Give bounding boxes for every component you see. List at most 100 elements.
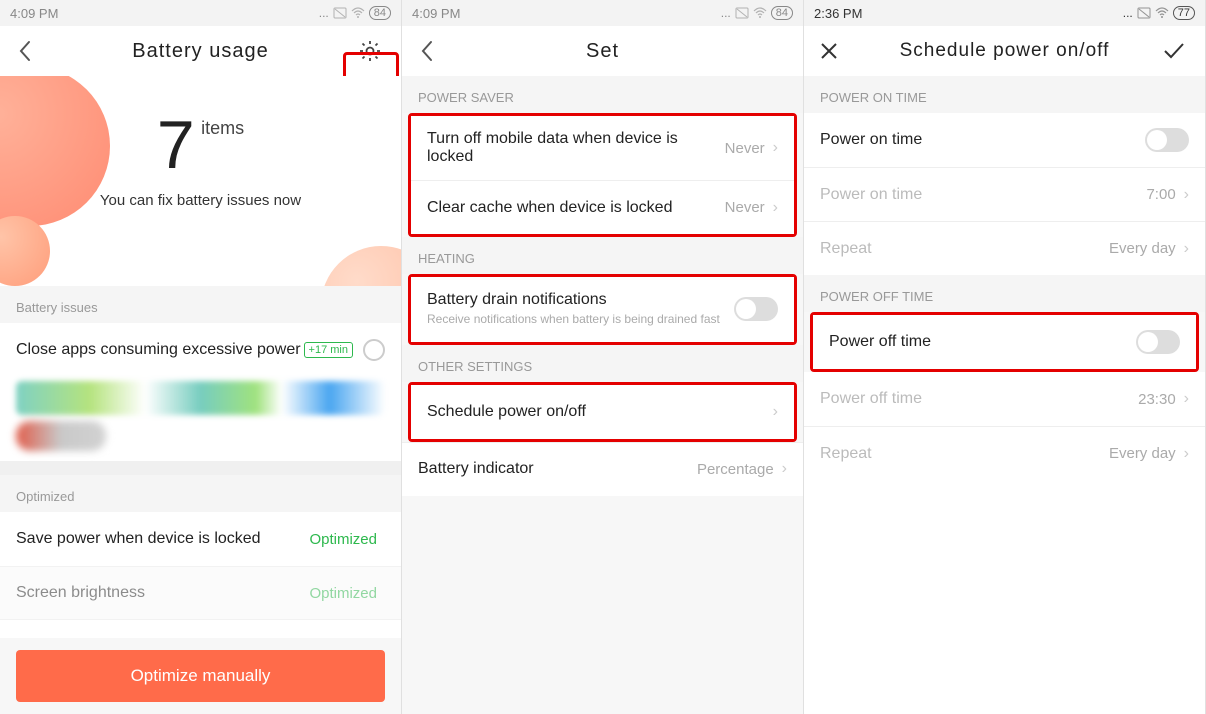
bg-circle <box>0 216 50 286</box>
section-power-off-time: POWER OFF TIME <box>804 275 1205 312</box>
row-label: Power off time <box>820 390 1138 408</box>
status-time: 4:09 PM <box>412 6 460 21</box>
status-bar: 2:36 PM ... 77 <box>804 0 1205 26</box>
annotation-highlight: Battery drain notifications Receive noti… <box>408 274 797 345</box>
row-close-apps[interactable]: Close apps consuming excessive power +17… <box>0 323 401 377</box>
row-mobile-data-locked[interactable]: Turn off mobile data when device is lock… <box>411 116 794 180</box>
no-sim-icon <box>1137 7 1151 19</box>
chevron-right-icon: › <box>1184 186 1189 204</box>
row-power-off-time[interactable]: Power off time 23:30 › <box>804 372 1205 426</box>
section-optimized: Optimized <box>0 475 401 512</box>
row-clear-cache-locked[interactable]: Clear cache when device is locked Never … <box>411 180 794 234</box>
settings-button[interactable] <box>345 26 395 76</box>
check-icon <box>1163 42 1185 60</box>
chevron-right-icon: › <box>773 403 778 421</box>
chevron-right-icon: › <box>1184 390 1189 408</box>
chevron-left-icon <box>18 40 32 62</box>
row-value: 7:00 <box>1146 186 1175 203</box>
hero-subtitle: You can fix battery issues now <box>0 192 401 209</box>
row-save-power-locked[interactable]: Save power when device is locked Optimiz… <box>0 512 401 566</box>
section-other-settings: OTHER SETTINGS <box>402 345 803 382</box>
toggle-off[interactable] <box>1145 128 1189 152</box>
close-icon <box>820 42 838 60</box>
close-button[interactable] <box>804 26 854 76</box>
no-sim-icon <box>735 7 749 19</box>
row-label: Clear cache when device is locked <box>427 199 725 217</box>
status-dots: ... <box>1123 6 1133 20</box>
hero-area: 7 items You can fix battery issues now <box>0 76 401 286</box>
row-label: Battery indicator <box>418 460 697 478</box>
blurred-apps-row <box>16 421 106 451</box>
header: Set <box>402 26 803 76</box>
row-label: Power on time <box>820 186 1146 204</box>
page-title: Battery usage <box>132 40 268 63</box>
row-power-off-toggle[interactable]: Power off time <box>813 315 1196 369</box>
chevron-right-icon: › <box>1184 240 1189 258</box>
header: Battery usage <box>0 26 401 76</box>
confirm-button[interactable] <box>1149 26 1199 76</box>
row-value: Every day <box>1109 240 1176 257</box>
row-value: Every day <box>1109 445 1176 462</box>
status-battery: 77 <box>1173 6 1195 20</box>
status-bar: 4:09 PM ... 84 <box>0 0 401 26</box>
issue-count-label: items <box>201 118 244 139</box>
row-label: Screen brightness <box>16 584 309 602</box>
status-time: 4:09 PM <box>10 6 58 21</box>
wifi-icon <box>753 7 767 19</box>
page-title: Set <box>586 40 619 63</box>
status-bar: 4:09 PM ... 84 <box>402 0 803 26</box>
toggle-off[interactable] <box>734 297 778 321</box>
row-power-on-time[interactable]: Power on time 7:00 › <box>804 167 1205 221</box>
row-battery-drain-notif[interactable]: Battery drain notifications Receive noti… <box>411 277 794 342</box>
gear-icon <box>359 40 381 62</box>
optimize-manually-button[interactable]: Optimize manually <box>16 650 385 702</box>
row-value: Percentage <box>697 461 774 478</box>
row-value: Never <box>725 199 765 216</box>
chevron-right-icon: › <box>773 139 778 157</box>
row-value: Optimized <box>309 585 377 602</box>
section-battery-issues: Battery issues <box>0 286 401 323</box>
status-battery: 84 <box>369 6 391 20</box>
back-button[interactable] <box>0 26 50 76</box>
row-label: Repeat <box>820 445 1109 463</box>
blurred-apps-row <box>16 381 385 415</box>
row-power-on-toggle[interactable]: Power on time <box>804 113 1205 167</box>
row-power-on-repeat[interactable]: Repeat Every day › <box>804 221 1205 275</box>
wifi-icon <box>1155 7 1169 19</box>
time-savings-badge: +17 min <box>304 342 353 358</box>
status-right: ... 84 <box>721 6 793 20</box>
chevron-right-icon: › <box>782 460 787 478</box>
row-label: Battery drain notifications <box>427 291 734 309</box>
row-label: Turn off mobile data when device is lock… <box>427 130 725 166</box>
row-value: Never <box>725 140 765 157</box>
wifi-icon <box>351 7 365 19</box>
chevron-left-icon <box>420 40 434 62</box>
status-dots: ... <box>721 6 731 20</box>
no-sim-icon <box>333 7 347 19</box>
section-power-on-time: POWER ON TIME <box>804 76 1205 113</box>
row-label: Schedule power on/off <box>427 403 773 421</box>
page-title: Schedule power on/off <box>900 40 1110 62</box>
row-label: Repeat <box>820 240 1109 258</box>
row-screen-brightness[interactable]: Screen brightness Optimized <box>0 566 401 620</box>
annotation-highlight: Power off time <box>810 312 1199 372</box>
row-power-off-repeat[interactable]: Repeat Every day › <box>804 426 1205 480</box>
section-power-saver: POWER SAVER <box>402 76 803 113</box>
status-right: ... 84 <box>319 6 391 20</box>
checkbox-empty[interactable] <box>363 339 385 361</box>
chevron-right-icon: › <box>1184 445 1189 463</box>
status-right: ... 77 <box>1123 6 1195 20</box>
row-label: Power off time <box>829 333 1136 351</box>
header: Schedule power on/off <box>804 26 1205 76</box>
row-battery-indicator[interactable]: Battery indicator Percentage › <box>402 442 803 496</box>
back-button[interactable] <box>402 26 452 76</box>
annotation-highlight: Schedule power on/off › <box>408 382 797 442</box>
row-value: Optimized <box>309 531 377 548</box>
issue-count: 7 <box>157 106 195 184</box>
status-dots: ... <box>319 6 329 20</box>
section-heating: HEATING <box>402 237 803 274</box>
toggle-off[interactable] <box>1136 330 1180 354</box>
status-battery: 84 <box>771 6 793 20</box>
row-schedule-power[interactable]: Schedule power on/off › <box>411 385 794 439</box>
bg-circle <box>321 246 401 286</box>
